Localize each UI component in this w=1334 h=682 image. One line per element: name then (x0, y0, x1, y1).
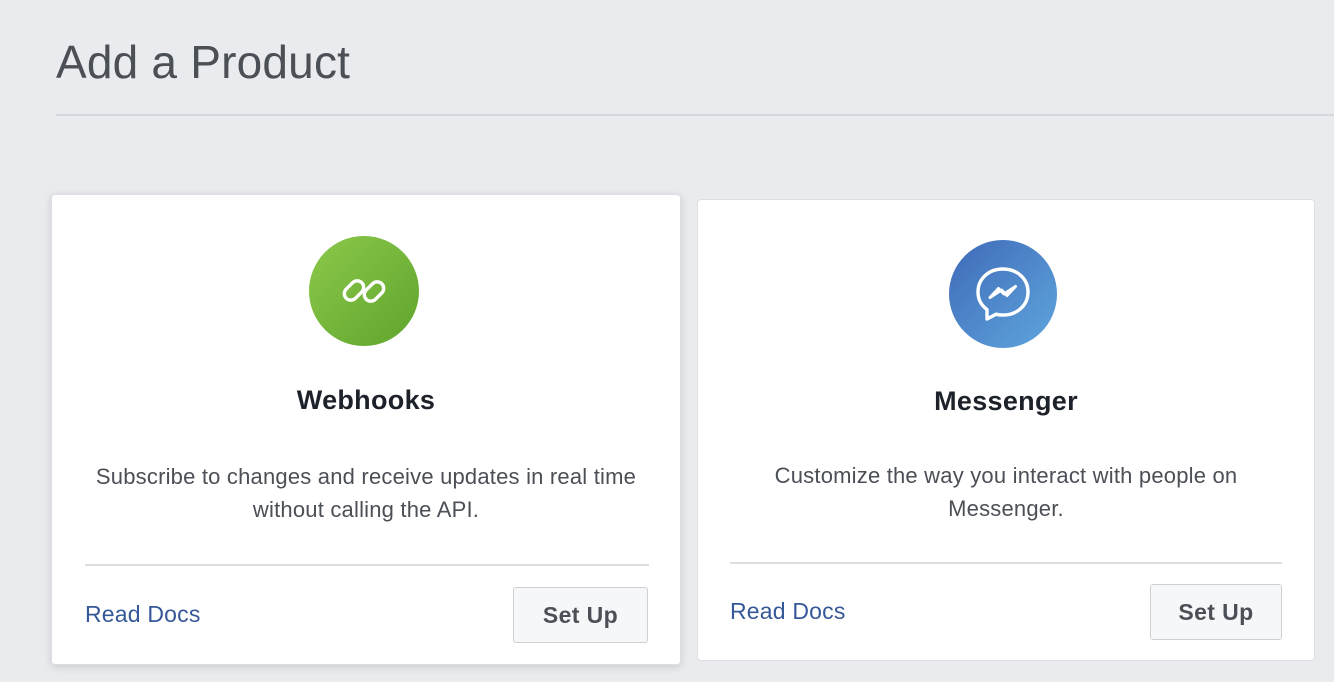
read-docs-link[interactable]: Read Docs (85, 601, 201, 628)
product-description: Customize the way you interact with peop… (774, 463, 1238, 521)
card-divider (730, 562, 1282, 564)
set-up-button[interactable]: Set Up (1150, 584, 1282, 640)
link-icon (309, 236, 419, 346)
product-card-webhooks: Webhooks Subscribe to changes and receiv… (51, 194, 681, 665)
product-description: Subscribe to changes and receive updates… (95, 464, 637, 522)
product-name: Messenger (934, 386, 1078, 416)
title-divider (56, 114, 1334, 116)
product-card-messenger: Messenger Customize the way you interact… (697, 199, 1315, 661)
card-divider (85, 564, 649, 566)
messenger-icon (949, 240, 1057, 348)
product-name: Webhooks (296, 385, 436, 415)
read-docs-link[interactable]: Read Docs (730, 598, 846, 625)
page-title: Add a Product (56, 36, 351, 88)
set-up-button[interactable]: Set Up (513, 587, 648, 643)
